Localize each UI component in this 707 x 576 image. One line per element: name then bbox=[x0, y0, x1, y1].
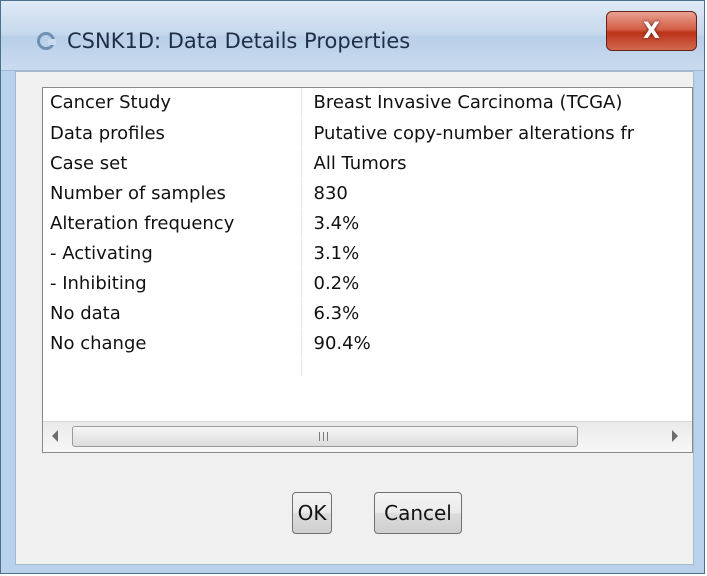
properties-table: Cancer Study Breast Invasive Carcinoma (… bbox=[43, 88, 692, 377]
property-value: 830 bbox=[301, 178, 692, 209]
property-value: All Tumors bbox=[301, 148, 692, 179]
table-row[interactable]: Number of samples 830 bbox=[43, 178, 692, 209]
scroll-left-icon[interactable] bbox=[52, 430, 58, 442]
property-value: 90.4% bbox=[301, 328, 692, 359]
property-value: Breast Invasive Carcinoma (TCGA) bbox=[301, 88, 692, 119]
close-button[interactable]: X bbox=[606, 11, 697, 51]
property-name: Number of samples bbox=[43, 178, 302, 209]
property-name: No data bbox=[43, 298, 302, 329]
property-name: - Activating bbox=[43, 238, 302, 269]
dialog-window: CSNK1D: Data Details Properties X Cancer… bbox=[0, 0, 705, 574]
property-name: Cancer Study bbox=[43, 88, 302, 119]
cancel-button[interactable]: Cancel bbox=[374, 492, 462, 534]
property-value: Putative copy-number alterations fr bbox=[301, 118, 692, 149]
property-value: 6.3% bbox=[301, 298, 692, 329]
properties-table-frame: Cancer Study Breast Invasive Carcinoma (… bbox=[42, 87, 693, 453]
property-name: Data profiles bbox=[43, 118, 302, 149]
title-bar[interactable]: CSNK1D: Data Details Properties X bbox=[1, 1, 704, 71]
property-name: Alteration frequency bbox=[43, 208, 302, 239]
property-value: 3.1% bbox=[301, 238, 692, 269]
window-title: CSNK1D: Data Details Properties bbox=[67, 29, 411, 53]
table-row[interactable]: Alteration frequency 3.4% bbox=[43, 208, 692, 239]
property-value: 3.4% bbox=[301, 208, 692, 239]
table-row[interactable]: - Inhibiting 0.2% bbox=[43, 268, 692, 299]
table-row[interactable]: No change 90.4% bbox=[43, 328, 692, 359]
table-row[interactable]: - Activating 3.1% bbox=[43, 238, 692, 269]
close-icon: X bbox=[643, 18, 660, 44]
dialog-content: Cancer Study Breast Invasive Carcinoma (… bbox=[15, 71, 694, 565]
table-row[interactable]: Case set All Tumors bbox=[43, 148, 692, 179]
ok-button[interactable]: OK bbox=[292, 492, 332, 534]
property-value: 0.2% bbox=[301, 268, 692, 299]
table-row[interactable]: Data profiles Putative copy-number alter… bbox=[43, 118, 692, 149]
table-row[interactable]: Cancer Study Breast Invasive Carcinoma (… bbox=[43, 88, 692, 119]
scrollbar-thumb[interactable] bbox=[72, 426, 578, 447]
table-row-empty bbox=[43, 358, 692, 377]
scroll-right-icon[interactable] bbox=[672, 430, 678, 442]
grip-icon bbox=[319, 432, 331, 441]
property-name: - Inhibiting bbox=[43, 268, 302, 299]
java-app-icon bbox=[37, 32, 56, 50]
property-name: Case set bbox=[43, 148, 302, 179]
table-row[interactable]: No data 6.3% bbox=[43, 298, 692, 329]
horizontal-scrollbar[interactable] bbox=[43, 421, 692, 452]
property-name: No change bbox=[43, 328, 302, 359]
